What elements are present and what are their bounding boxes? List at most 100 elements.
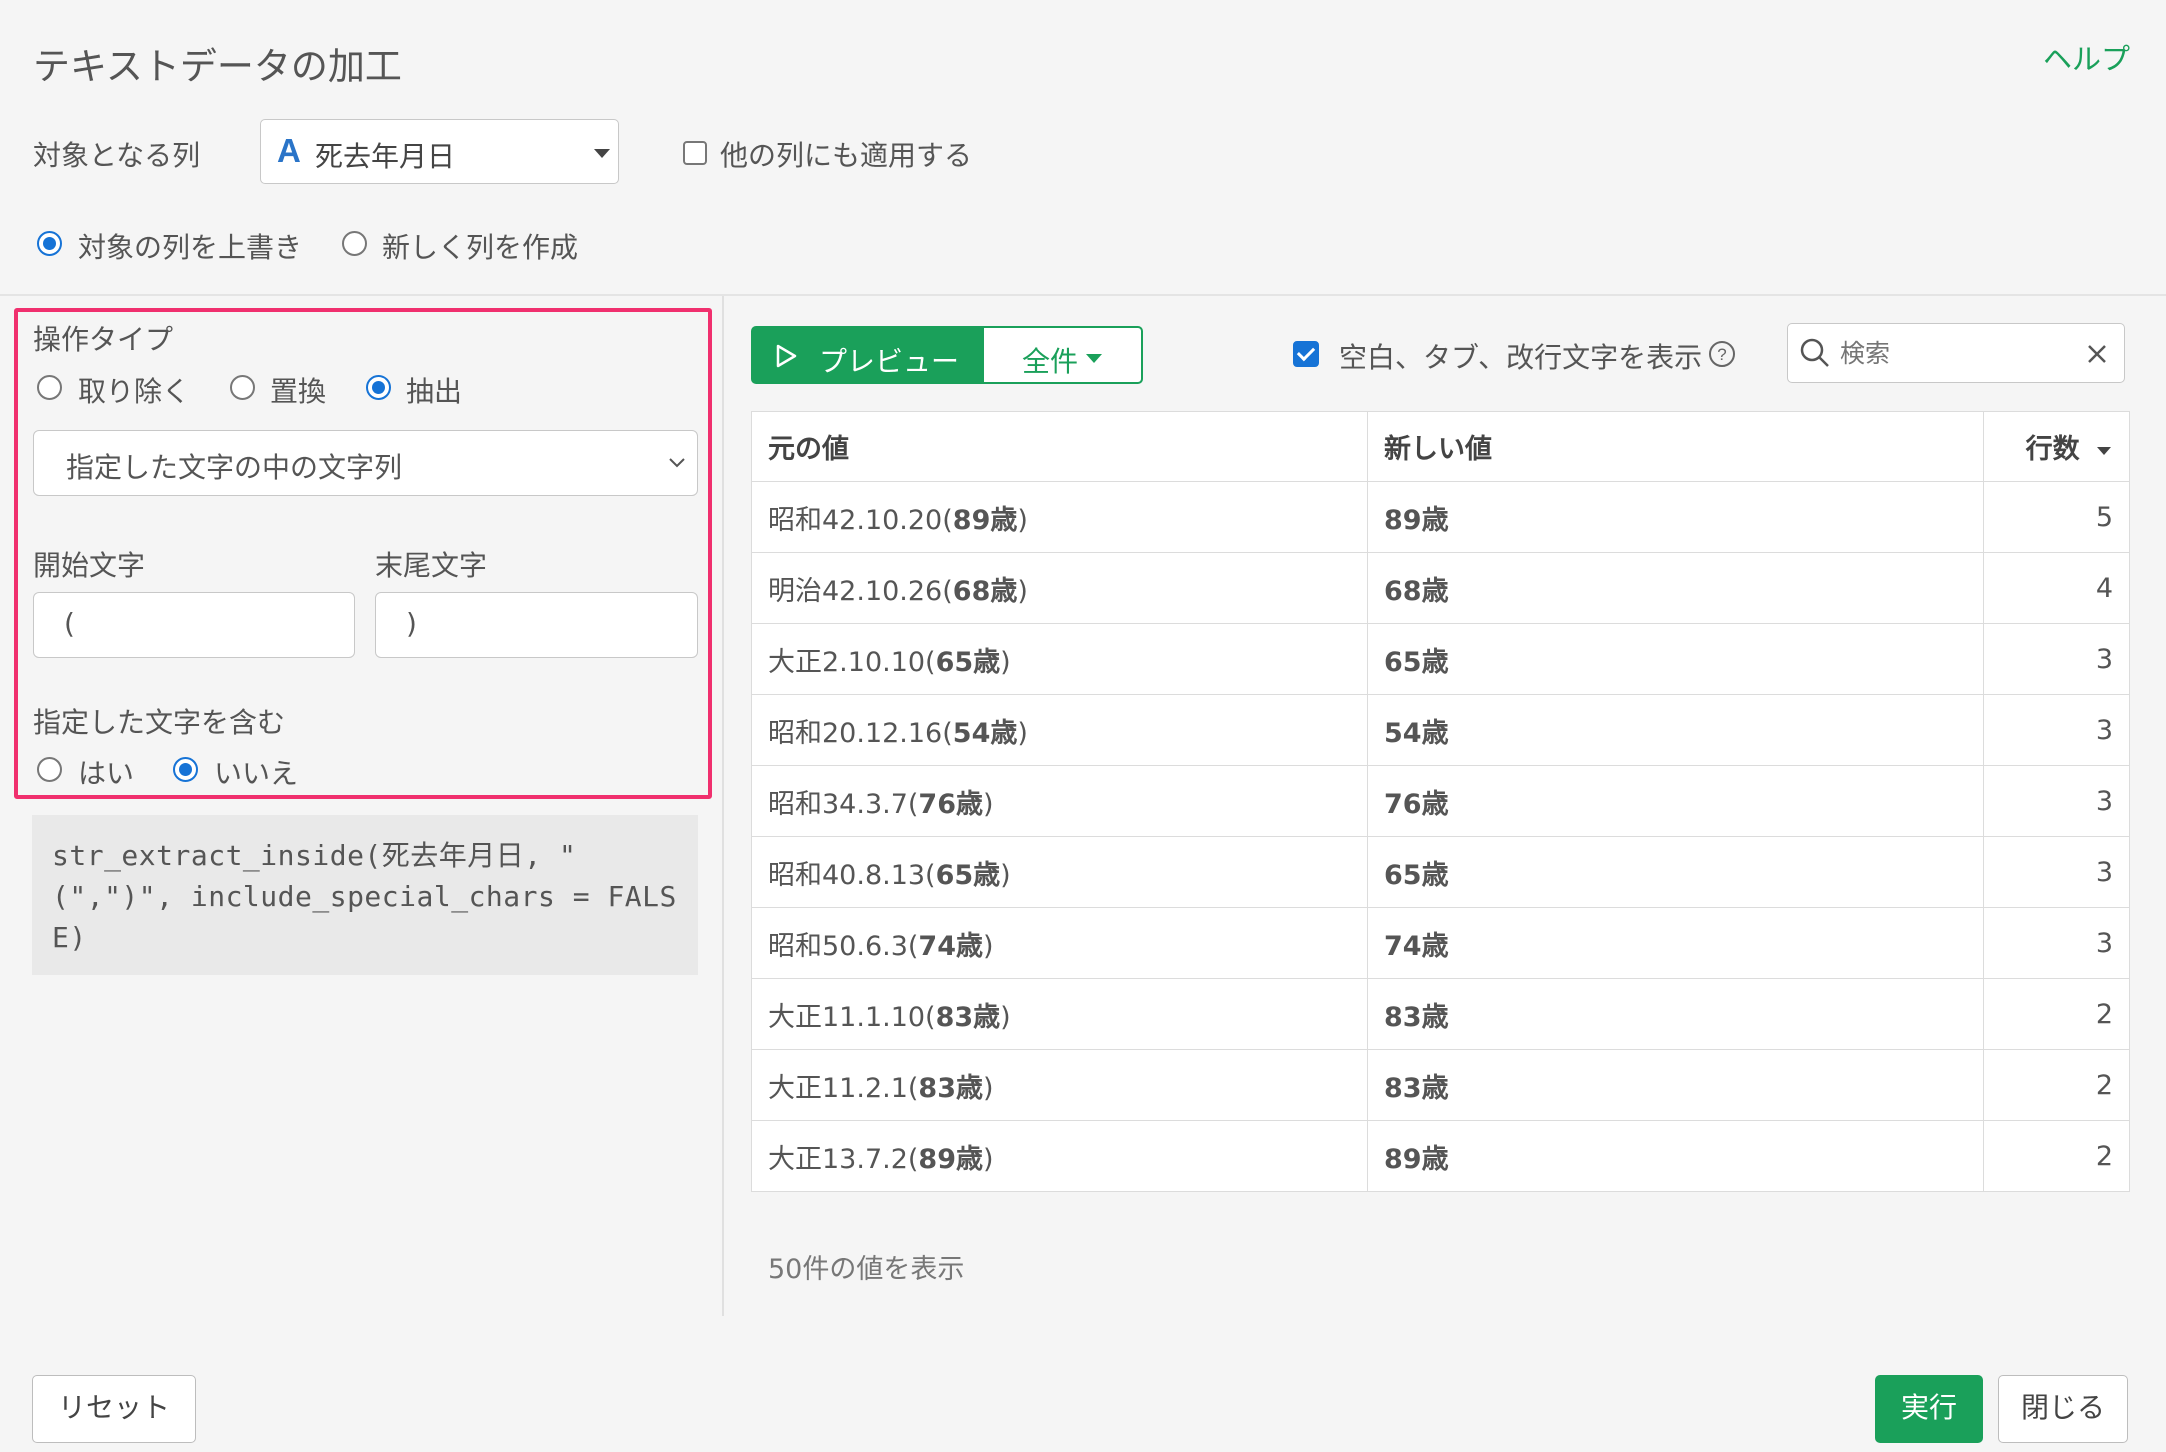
original-value-cell: 昭和42.10.20(89歳) — [751, 481, 1368, 553]
original-value-prefix: 昭和42.10.20( — [768, 504, 953, 536]
radio-new-column-label: 新しく列を作成 — [382, 231, 579, 264]
new-value-cell: 65歳 — [1367, 836, 1984, 908]
text-type-icon: A — [277, 132, 301, 169]
divider — [0, 294, 2166, 296]
new-value-cell: 89歳 — [1367, 1120, 1984, 1192]
svg-text:?: ? — [1717, 345, 1726, 364]
row-count-cell: 5 — [1983, 481, 2130, 553]
new-value-cell: 89歳 — [1367, 481, 1984, 553]
original-value-cell: 昭和50.6.3(74歳) — [751, 907, 1368, 979]
original-value-prefix: 大正13.7.2( — [768, 1143, 919, 1175]
table-row: 明治42.10.26(68歳) 68歳 4 — [751, 552, 2130, 624]
help-circle-icon[interactable]: ? — [1708, 340, 1736, 368]
sort-caret-icon — [2097, 446, 2111, 455]
run-button[interactable]: 実行 — [1875, 1375, 1983, 1443]
preview-button[interactable]: プレビュー — [751, 326, 984, 384]
table-row: 昭和42.10.20(89歳) 89歳 5 — [751, 481, 2130, 553]
start-char-input[interactable]: ( — [33, 592, 355, 658]
original-value-suffix: ) — [1000, 646, 1011, 678]
apply-other-checkbox[interactable] — [683, 139, 709, 165]
table-row: 大正11.2.1(83歳) 83歳 2 — [751, 1049, 2130, 1121]
reset-button[interactable]: リセット — [32, 1375, 196, 1443]
column-header-count-label: 行数 — [2025, 434, 2080, 465]
new-value-cell: 76歳 — [1367, 765, 1984, 837]
column-header-new[interactable]: 新しい値 — [1367, 411, 1984, 482]
search-input[interactable] — [1838, 332, 2062, 374]
radio-extract-label: 抽出 — [406, 375, 463, 408]
original-value-suffix: ) — [983, 788, 994, 820]
table-row: 大正11.1.10(83歳) 83歳 2 — [751, 978, 2130, 1050]
radio-overwrite-dot — [37, 231, 62, 256]
new-value-cell: 54歳 — [1367, 694, 1984, 766]
help-link[interactable]: ヘルプ — [2043, 36, 2130, 78]
extract-method-select[interactable]: 指定した文字の中の文字列 — [33, 430, 698, 496]
original-value-prefix: 昭和34.3.7( — [768, 788, 919, 820]
extract-method-value: 指定した文字の中の文字列 — [66, 451, 403, 484]
original-value-cell: 大正2.10.10(65歳) — [751, 623, 1368, 695]
table-row: 昭和34.3.7(76歳) 76歳 3 — [751, 765, 2130, 837]
preview-footer: 50件の値を表示 — [768, 1254, 965, 1285]
table-row: 昭和50.6.3(74歳) 74歳 3 — [751, 907, 2130, 979]
chevron-down-icon — [669, 458, 685, 468]
radio-replace-dot — [230, 375, 255, 400]
close-icon[interactable] — [2086, 343, 2108, 365]
radio-overwrite-label: 対象の列を上書き — [78, 231, 303, 264]
play-icon — [776, 344, 797, 368]
original-value-highlight: 89歳 — [918, 1143, 983, 1175]
row-count-cell: 3 — [1983, 623, 2130, 695]
radio-remove-dot — [37, 375, 62, 400]
show-whitespace-checkbox[interactable] — [1293, 341, 1319, 367]
original-value-suffix: ) — [1017, 504, 1028, 536]
radio-include-no-label: いいえ — [214, 757, 299, 790]
include-chars-label: 指定した文字を含む — [33, 706, 286, 739]
target-column-label: 対象となる列 — [33, 139, 201, 172]
radio-new-column-dot — [342, 231, 367, 256]
row-count-cell: 2 — [1983, 1120, 2130, 1192]
column-header-original[interactable]: 元の値 — [751, 411, 1368, 482]
row-count-cell: 2 — [1983, 978, 2130, 1050]
generated-code: str_extract_inside(死去年月日, "(",")", inclu… — [32, 815, 698, 975]
caret-down-icon — [1086, 354, 1102, 363]
row-count-cell: 3 — [1983, 907, 2130, 979]
original-value-cell: 大正13.7.2(89歳) — [751, 1120, 1368, 1192]
end-char-input[interactable]: ) — [375, 592, 698, 658]
row-filter-label: 全件 — [1022, 345, 1079, 378]
original-value-suffix: ) — [1000, 859, 1011, 891]
original-value-highlight: 65歳 — [935, 646, 1001, 678]
new-value-cell: 83歳 — [1367, 1049, 1984, 1121]
row-filter-dropdown[interactable]: 全件 — [982, 326, 1143, 384]
original-value-highlight: 83歳 — [935, 1001, 1001, 1033]
original-value-highlight: 54歳 — [952, 717, 1018, 749]
table-row: 昭和20.12.16(54歳) 54歳 3 — [751, 694, 2130, 766]
show-whitespace-label: 空白、タブ、改行文字を表示 — [1339, 341, 1703, 374]
checkbox-box — [1293, 341, 1319, 367]
table-row: 大正2.10.10(65歳) 65歳 3 — [751, 623, 2130, 695]
new-value-cell: 74歳 — [1367, 907, 1984, 979]
search-box[interactable] — [1787, 323, 2125, 383]
table-row: 大正13.7.2(89歳) 89歳 2 — [751, 1120, 2130, 1192]
original-value-suffix: ) — [983, 1143, 994, 1175]
column-header-count[interactable]: 行数 — [1983, 411, 2130, 482]
close-button[interactable]: 閉じる — [1998, 1375, 2128, 1443]
original-value-highlight: 68歳 — [952, 575, 1018, 607]
row-count-cell: 3 — [1983, 836, 2130, 908]
caret-down-icon — [594, 149, 610, 158]
original-value-highlight: 89歳 — [952, 504, 1018, 536]
original-value-suffix: ) — [1000, 1001, 1011, 1033]
preview-table: 元の値 新しい値 行数 昭和42.10.20(89歳) 89歳 5 明治42.10.2… — [751, 411, 2130, 1192]
original-value-cell: 大正11.2.1(83歳) — [751, 1049, 1368, 1121]
search-icon — [1800, 338, 1829, 367]
original-value-prefix: 昭和50.6.3( — [768, 930, 919, 962]
original-value-highlight: 74歳 — [918, 930, 983, 962]
original-value-suffix: ) — [1017, 717, 1028, 749]
original-value-highlight: 76歳 — [918, 788, 983, 820]
checkbox-box — [683, 141, 707, 165]
target-column-value: 死去年月日 — [315, 140, 456, 173]
radio-extract-dot — [366, 375, 391, 400]
original-value-cell: 明治42.10.26(68歳) — [751, 552, 1368, 624]
original-value-cell: 昭和20.12.16(54歳) — [751, 694, 1368, 766]
radio-include-yes-label: はい — [78, 757, 135, 790]
original-value-prefix: 昭和20.12.16( — [768, 717, 953, 749]
start-char-value: ( — [64, 607, 75, 640]
target-column-select[interactable]: A 死去年月日 — [260, 119, 619, 184]
